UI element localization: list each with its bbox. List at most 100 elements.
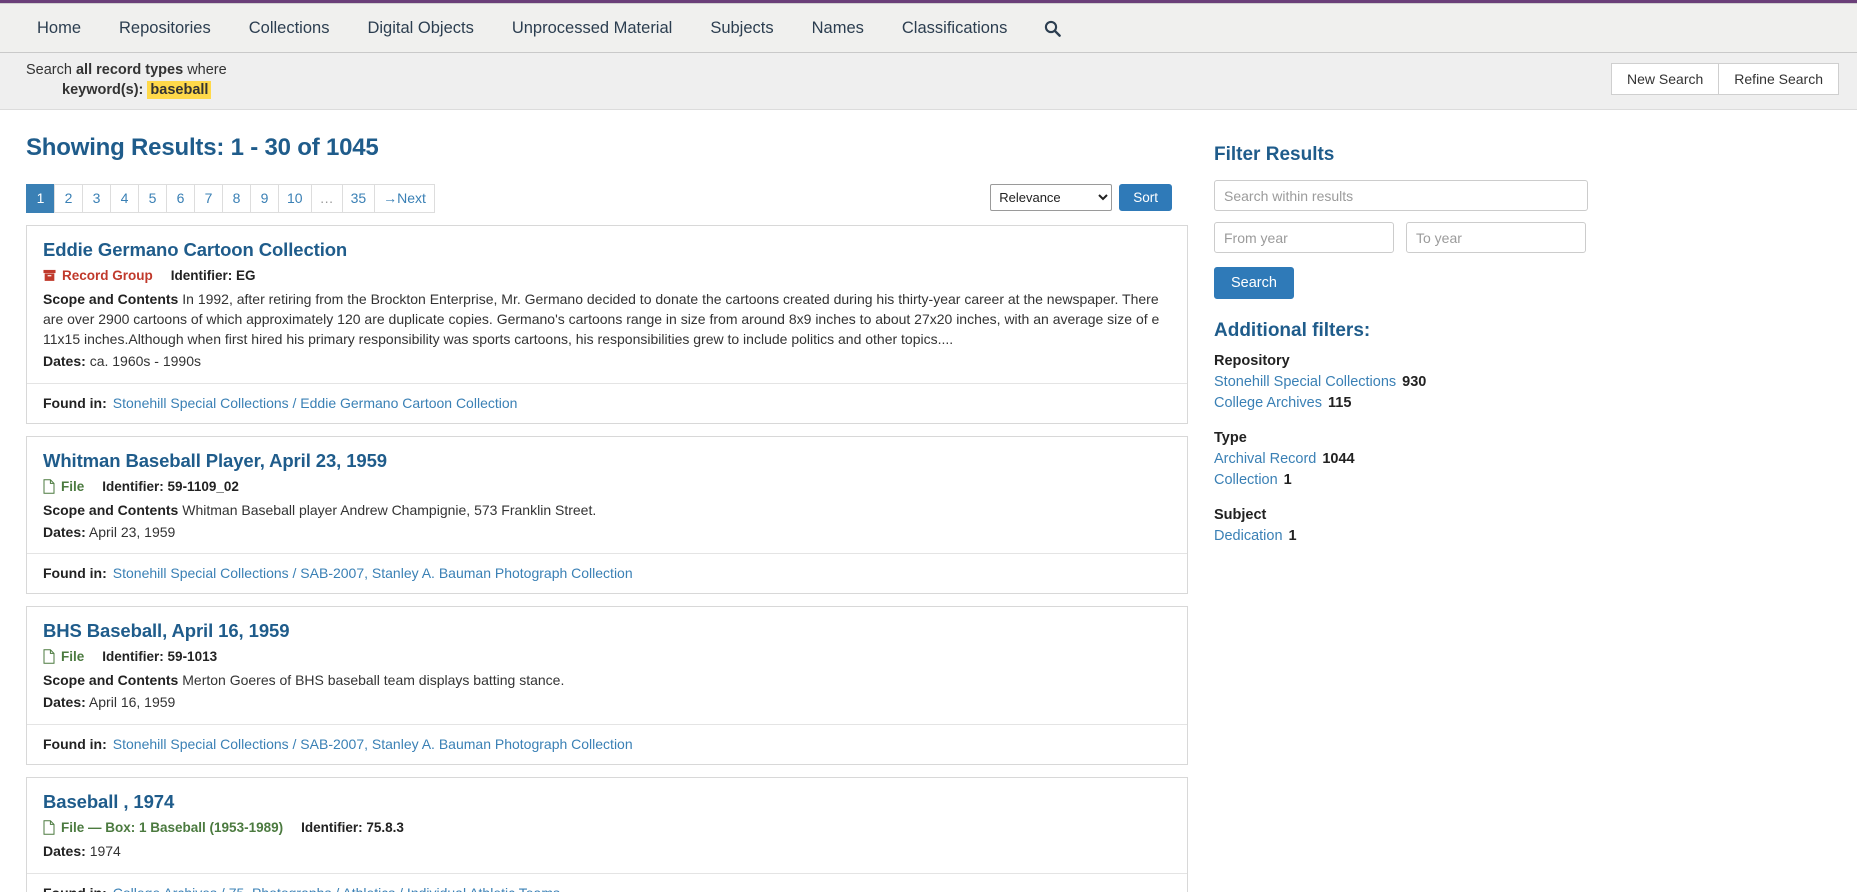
- identifier-value: 59-1013: [167, 649, 218, 665]
- sort-controls: RelevanceTitleDate AscendingDate Descend…: [990, 184, 1172, 212]
- pagination-page-3[interactable]: 3: [82, 184, 110, 214]
- search-icon[interactable]: [1026, 20, 1079, 37]
- found-in-link[interactable]: Stonehill Special Collections / SAB-2007…: [113, 565, 633, 581]
- identifier-label: Identifier:: [102, 478, 164, 494]
- found-in-label: Found in:: [43, 394, 107, 411]
- nav-item-unprocessed-material[interactable]: Unprocessed Material: [493, 4, 692, 53]
- pagination-page-1[interactable]: 1: [26, 184, 54, 214]
- result-card: Baseball , 1974 File — Box: 1 Baseball (1…: [26, 777, 1188, 892]
- search-where: where: [187, 62, 227, 78]
- identifier-label: Identifier:: [170, 268, 233, 284]
- result-type-badge: File — Box: 1 Baseball (1953-1989): [43, 820, 283, 835]
- facet-link[interactable]: Archival Record: [1214, 451, 1316, 467]
- result-title[interactable]: Baseball , 1974: [43, 791, 1171, 813]
- facet-link[interactable]: Dedication: [1214, 528, 1283, 544]
- result-title[interactable]: Eddie Germano Cartoon Collection: [43, 239, 1171, 261]
- from-year-input[interactable]: [1214, 222, 1394, 254]
- sort-select[interactable]: RelevanceTitleDate AscendingDate Descend…: [990, 184, 1113, 212]
- nav-item-collections[interactable]: Collections: [230, 4, 349, 53]
- to-year-input[interactable]: [1406, 222, 1586, 254]
- sidebar-search-button[interactable]: Search: [1214, 267, 1294, 300]
- pagination-page-2[interactable]: 2: [54, 184, 82, 214]
- nav-item-digital-objects[interactable]: Digital Objects: [348, 4, 492, 53]
- facet-link[interactable]: Collection: [1214, 472, 1278, 488]
- pagination-page-8[interactable]: 8: [222, 184, 250, 214]
- pagination: 1 2 3 4 5 6 7 8 9 10… 35 →Next: [26, 184, 435, 214]
- nav-item-classifications[interactable]: Classifications: [883, 4, 1026, 53]
- filter-sidebar: Filter Results Search Additional filters…: [1188, 110, 1588, 892]
- file-icon: [43, 820, 55, 835]
- pagination-page-7[interactable]: 7: [194, 184, 222, 214]
- result-scope: Scope and Contents In 1992, after retiri…: [43, 290, 1171, 350]
- nav-item-subjects[interactable]: Subjects: [691, 4, 792, 53]
- dates-value: ca. 1960s - 1990s: [89, 352, 201, 369]
- pagination-page-9[interactable]: 9: [250, 184, 278, 214]
- found-in-link[interactable]: Stonehill Special Collections / SAB-2007…: [113, 736, 633, 752]
- identifier-label: Identifier:: [102, 649, 164, 665]
- pagination-page-5[interactable]: 5: [138, 184, 166, 214]
- result-identifier: Identifier: EG: [171, 268, 256, 283]
- search-keyword-label: keyword(s):: [62, 81, 144, 98]
- identifier-value: 75.8.3: [366, 820, 404, 836]
- scope-text: Whitman Baseball player Andrew Champigni…: [182, 501, 597, 518]
- result-meta: Record Group Identifier: EG: [43, 268, 1171, 283]
- results-list: Eddie Germano Cartoon Collection Record G…: [18, 225, 1188, 892]
- pagination-page-6[interactable]: 6: [166, 184, 194, 214]
- result-type-label: File: [61, 478, 85, 494]
- result-found-in: Found in: College Archives / 75, Photogra…: [27, 873, 1187, 892]
- sort-button[interactable]: Sort: [1119, 184, 1172, 212]
- dates-label: Dates:: [43, 843, 86, 860]
- result-title[interactable]: BHS Baseball, April 16, 1959: [43, 620, 1171, 642]
- dates-label: Dates:: [43, 352, 86, 369]
- pagination-page-4[interactable]: 4: [110, 184, 138, 214]
- facet-count: 1: [1288, 528, 1297, 545]
- facet-count: 115: [1328, 394, 1352, 411]
- identifier-value: EG: [236, 268, 256, 284]
- nav-item-repositories[interactable]: Repositories: [100, 4, 230, 53]
- result-type-badge: Record Group: [43, 268, 153, 283]
- result-meta: File Identifier: 59-1109_02: [43, 479, 1171, 494]
- facet-row: Collection 1: [1214, 470, 1588, 491]
- search-summary-text: Search all record types where keyword(s)…: [26, 61, 227, 100]
- page-title: Showing Results: 1 - 30 of 1045: [26, 134, 379, 162]
- nav-item-names[interactable]: Names: [793, 4, 883, 53]
- refine-search-button[interactable]: Refine Search: [1719, 63, 1839, 95]
- result-type-badge: File: [43, 479, 84, 494]
- result-card: Whitman Baseball Player, April 23, 1959 F…: [26, 435, 1188, 595]
- file-icon: [43, 649, 55, 665]
- dates-label: Dates:: [43, 694, 86, 711]
- result-dates: Dates: ca. 1960s - 1990s: [43, 352, 1171, 372]
- search-prefix: Search: [26, 62, 72, 78]
- result-type-label: Record Group: [62, 268, 153, 284]
- dates-value: 1974: [89, 843, 121, 860]
- facet-link[interactable]: College Archives: [1214, 395, 1322, 411]
- search-within-results-input[interactable]: [1214, 180, 1588, 212]
- dates-value: April 23, 1959: [88, 523, 176, 540]
- facet-link[interactable]: Stonehill Special Collections: [1214, 374, 1396, 390]
- year-range-row: [1214, 222, 1588, 254]
- found-in-link[interactable]: College Archives / 75, Photographs / Ath…: [113, 885, 560, 892]
- scope-text: In 1992, after retiring from the Brockto…: [43, 291, 1160, 347]
- result-scope: Scope and Contents Merton Goeres of BHS …: [43, 671, 1171, 691]
- result-dates: Dates: April 23, 1959: [43, 523, 1171, 543]
- result-title[interactable]: Whitman Baseball Player, April 23, 1959: [43, 450, 1171, 472]
- facet-row: College Archives 115: [1214, 393, 1588, 414]
- new-search-button[interactable]: New Search: [1611, 63, 1720, 95]
- nav-item-home[interactable]: Home: [18, 4, 100, 53]
- scope-label: Scope and Contents: [43, 501, 179, 518]
- filter-results-title: Filter Results: [1214, 144, 1335, 166]
- found-in-link[interactable]: Stonehill Special Collections / Eddie Ge…: [113, 395, 518, 411]
- facet-group: Repository Stonehill Special Collections 9…: [1214, 353, 1588, 413]
- found-in-label: Found in:: [43, 736, 107, 753]
- archive-box-icon: [43, 269, 56, 282]
- scope-label: Scope and Contents: [43, 291, 179, 308]
- pagination-page-10[interactable]: 10: [278, 184, 311, 214]
- pagination-page-35[interactable]: 35: [341, 184, 375, 214]
- pagination-next[interactable]: →Next: [374, 184, 435, 214]
- result-dates: Dates: April 16, 1959: [43, 693, 1171, 713]
- facet-row: Archival Record 1044: [1214, 449, 1588, 470]
- search-summary-bar: Search all record types where keyword(s)…: [0, 53, 1857, 111]
- result-found-in: Found in: Stonehill Special Collections /…: [27, 724, 1187, 764]
- result-found-in: Found in: Stonehill Special Collections /…: [27, 553, 1187, 593]
- result-meta: File — Box: 1 Baseball (1953-1989) Identi…: [43, 820, 1171, 835]
